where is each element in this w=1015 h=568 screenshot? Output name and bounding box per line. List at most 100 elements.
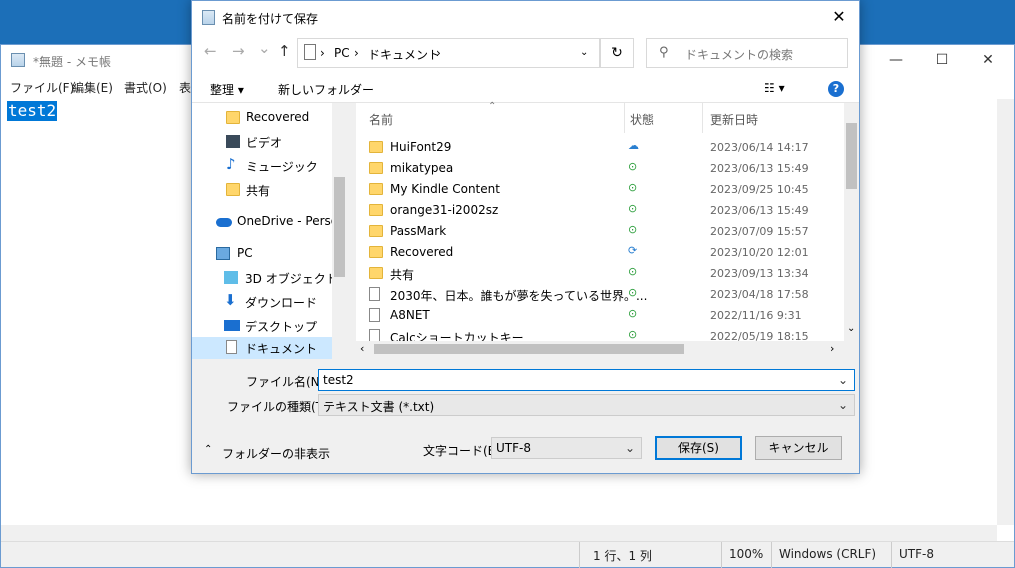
file-row[interactable]: Recovered ⟳ 2023/10/20 12:01 <box>356 242 844 263</box>
sidebar-item-pc[interactable]: PC <box>192 243 332 265</box>
scroll-right-icon[interactable]: › <box>830 342 834 355</box>
synced-status-icon: ⊙ <box>628 223 638 236</box>
address-pc[interactable]: PC <box>334 46 350 60</box>
address-separator: › <box>436 46 441 60</box>
encoding-select[interactable]: UTF-8 ⌄ <box>491 437 642 459</box>
search-icon: ⚲ <box>659 45 669 60</box>
folder-icon <box>369 183 383 195</box>
cloud-icon <box>216 218 232 227</box>
chevron-up-icon[interactable]: ⌃ <box>204 444 212 455</box>
sidebar-item-onedrive[interactable]: OneDrive - Persor <box>192 211 343 233</box>
column-status[interactable]: 状態 <box>630 111 654 128</box>
synced-status-icon: ⊙ <box>628 286 638 299</box>
file-modified: 2022/11/16 9:31 <box>710 309 802 322</box>
column-name[interactable]: 名前 <box>369 111 393 128</box>
file-row[interactable]: My Kindle Content ⊙ 2023/09/25 10:45 <box>356 179 844 200</box>
dialog-title: 名前を付けて保存 <box>222 12 319 26</box>
file-row[interactable]: HuiFont29 ☁ 2023/06/14 14:17 <box>356 137 844 158</box>
recent-locations-button[interactable]: ⌄ <box>258 39 271 57</box>
menu-edit[interactable]: 編集(E) <box>72 79 113 96</box>
file-name: orange31-i2002sz <box>390 203 499 217</box>
folder-icon <box>226 183 240 196</box>
file-row[interactable]: mikatypea ⊙ 2023/06/13 15:49 <box>356 158 844 179</box>
notepad-icon <box>11 53 25 67</box>
forward-button[interactable]: → <box>232 42 245 60</box>
file-name: Recovered <box>390 245 454 259</box>
address-documents[interactable]: ドキュメント <box>368 46 440 63</box>
maximize-button[interactable]: ☐ <box>919 45 965 75</box>
navigation-scrollbar[interactable] <box>332 103 347 357</box>
document-icon <box>369 287 380 301</box>
file-name: My Kindle Content <box>390 182 500 196</box>
scroll-left-icon[interactable]: ‹ <box>360 342 364 355</box>
sidebar-item-label: ドキュメント <box>245 342 318 356</box>
hide-folders-button[interactable]: フォルダーの非表示 <box>222 445 330 462</box>
sidebar-item-shared[interactable]: 共有 <box>192 179 332 201</box>
cloud-status-icon: ☁ <box>628 139 639 152</box>
address-separator: › <box>320 46 325 60</box>
menu-file[interactable]: ファイル(F) <box>10 79 74 96</box>
sidebar-item-desktop[interactable]: デスクトップ <box>192 315 332 337</box>
sidebar-item-label: Recovered <box>246 110 310 124</box>
file-name: mikatypea <box>390 161 454 175</box>
navigation-pane: Recovered ビデオ ♪ ミュージック 共有 OneDrive - Per… <box>192 103 347 359</box>
save-button[interactable]: 保存(S) <box>655 436 742 460</box>
cancel-button[interactable]: キャンセル <box>755 436 842 460</box>
synced-status-icon: ⊙ <box>628 307 638 320</box>
refresh-button[interactable]: ↻ <box>600 38 634 68</box>
chevron-down-icon[interactable]: ⌄ <box>838 373 848 387</box>
chevron-down-icon[interactable]: ⌄ <box>580 47 588 58</box>
notepad-vertical-scrollbar[interactable] <box>997 99 1014 525</box>
filetype-select[interactable]: テキスト文書 (*.txt) ⌄ <box>318 394 855 416</box>
notepad-close-button[interactable]: ✕ <box>965 45 1011 75</box>
file-row[interactable]: 共有 ⊙ 2023/09/13 13:34 <box>356 263 844 284</box>
file-row[interactable]: PassMark ⊙ 2023/07/09 15:57 <box>356 221 844 242</box>
file-modified: 2023/06/14 14:17 <box>710 141 809 154</box>
notepad-selected-text[interactable]: test2 <box>7 101 58 121</box>
folder-icon <box>369 162 383 174</box>
sidebar-item-music[interactable]: ♪ ミュージック <box>192 155 332 177</box>
sidebar-item-3d-objects[interactable]: 3D オブジェクト <box>192 267 338 289</box>
filetype-label: ファイルの種類(T): <box>227 400 332 414</box>
new-folder-button[interactable]: 新しいフォルダー <box>278 81 374 98</box>
document-folder-icon <box>304 44 316 60</box>
file-row[interactable]: A8NET ⊙ 2022/11/16 9:31 <box>356 305 844 326</box>
status-zoom: 100% <box>729 547 764 561</box>
dialog-close-button[interactable]: ✕ <box>820 1 858 33</box>
menu-view[interactable]: 表 <box>179 79 191 96</box>
filename-value[interactable]: test2 <box>323 373 354 387</box>
music-icon: ♪ <box>226 155 236 173</box>
notepad-title: *無題 - メモ帳 <box>33 55 111 69</box>
file-list-horizontal-scrollbar[interactable]: ‹ › <box>356 341 844 357</box>
sidebar-item-label: 3D オブジェクト <box>245 272 338 286</box>
menu-format[interactable]: 書式(O) <box>124 79 167 96</box>
up-button[interactable]: ↑ <box>278 42 291 60</box>
search-box[interactable]: ⚲ ドキュメントの検索 <box>646 38 848 68</box>
pc-icon <box>216 247 230 260</box>
back-button[interactable]: ← <box>204 42 217 60</box>
sidebar-item-documents[interactable]: ドキュメント <box>192 337 332 359</box>
address-bar[interactable]: › PC › ドキュメント › ⌄ <box>297 38 600 68</box>
organize-button[interactable]: 整理 ▾ <box>210 81 244 98</box>
chevron-down-icon: ⌄ <box>624 441 635 455</box>
file-name: HuiFont29 <box>390 140 452 154</box>
notepad-horizontal-scrollbar[interactable] <box>1 525 997 541</box>
sidebar-item-label: ミュージック <box>246 160 318 174</box>
sidebar-item-label: デスクトップ <box>245 320 318 334</box>
sidebar-item-video[interactable]: ビデオ <box>192 131 332 153</box>
sidebar-item-recovered[interactable]: Recovered <box>192 107 332 129</box>
minimize-button[interactable]: — <box>873 45 919 75</box>
view-options-button[interactable]: ☷ ▾ <box>764 81 785 95</box>
help-button[interactable]: ? <box>828 81 844 97</box>
syncing-status-icon: ⟳ <box>628 244 638 257</box>
scroll-down-icon[interactable]: ⌄ <box>847 323 855 334</box>
file-modified: 2023/06/13 15:49 <box>710 162 809 175</box>
filename-input[interactable]: test2 ⌄ <box>318 369 855 391</box>
filetype-value: テキスト文書 (*.txt) <box>323 400 435 414</box>
file-row[interactable]: orange31-i2002sz ⊙ 2023/06/13 15:49 <box>356 200 844 221</box>
column-modified[interactable]: 更新日時 <box>710 111 758 128</box>
encoding-value: UTF-8 <box>496 441 531 455</box>
file-row[interactable]: 2030年、日本。誰もが夢を失っている世界。... ⊙ 2023/04/18 17:… <box>356 284 844 305</box>
file-list-vertical-scrollbar[interactable]: ⌄ <box>844 103 859 357</box>
sidebar-item-downloads[interactable]: ⬇ ダウンロード <box>192 291 332 313</box>
